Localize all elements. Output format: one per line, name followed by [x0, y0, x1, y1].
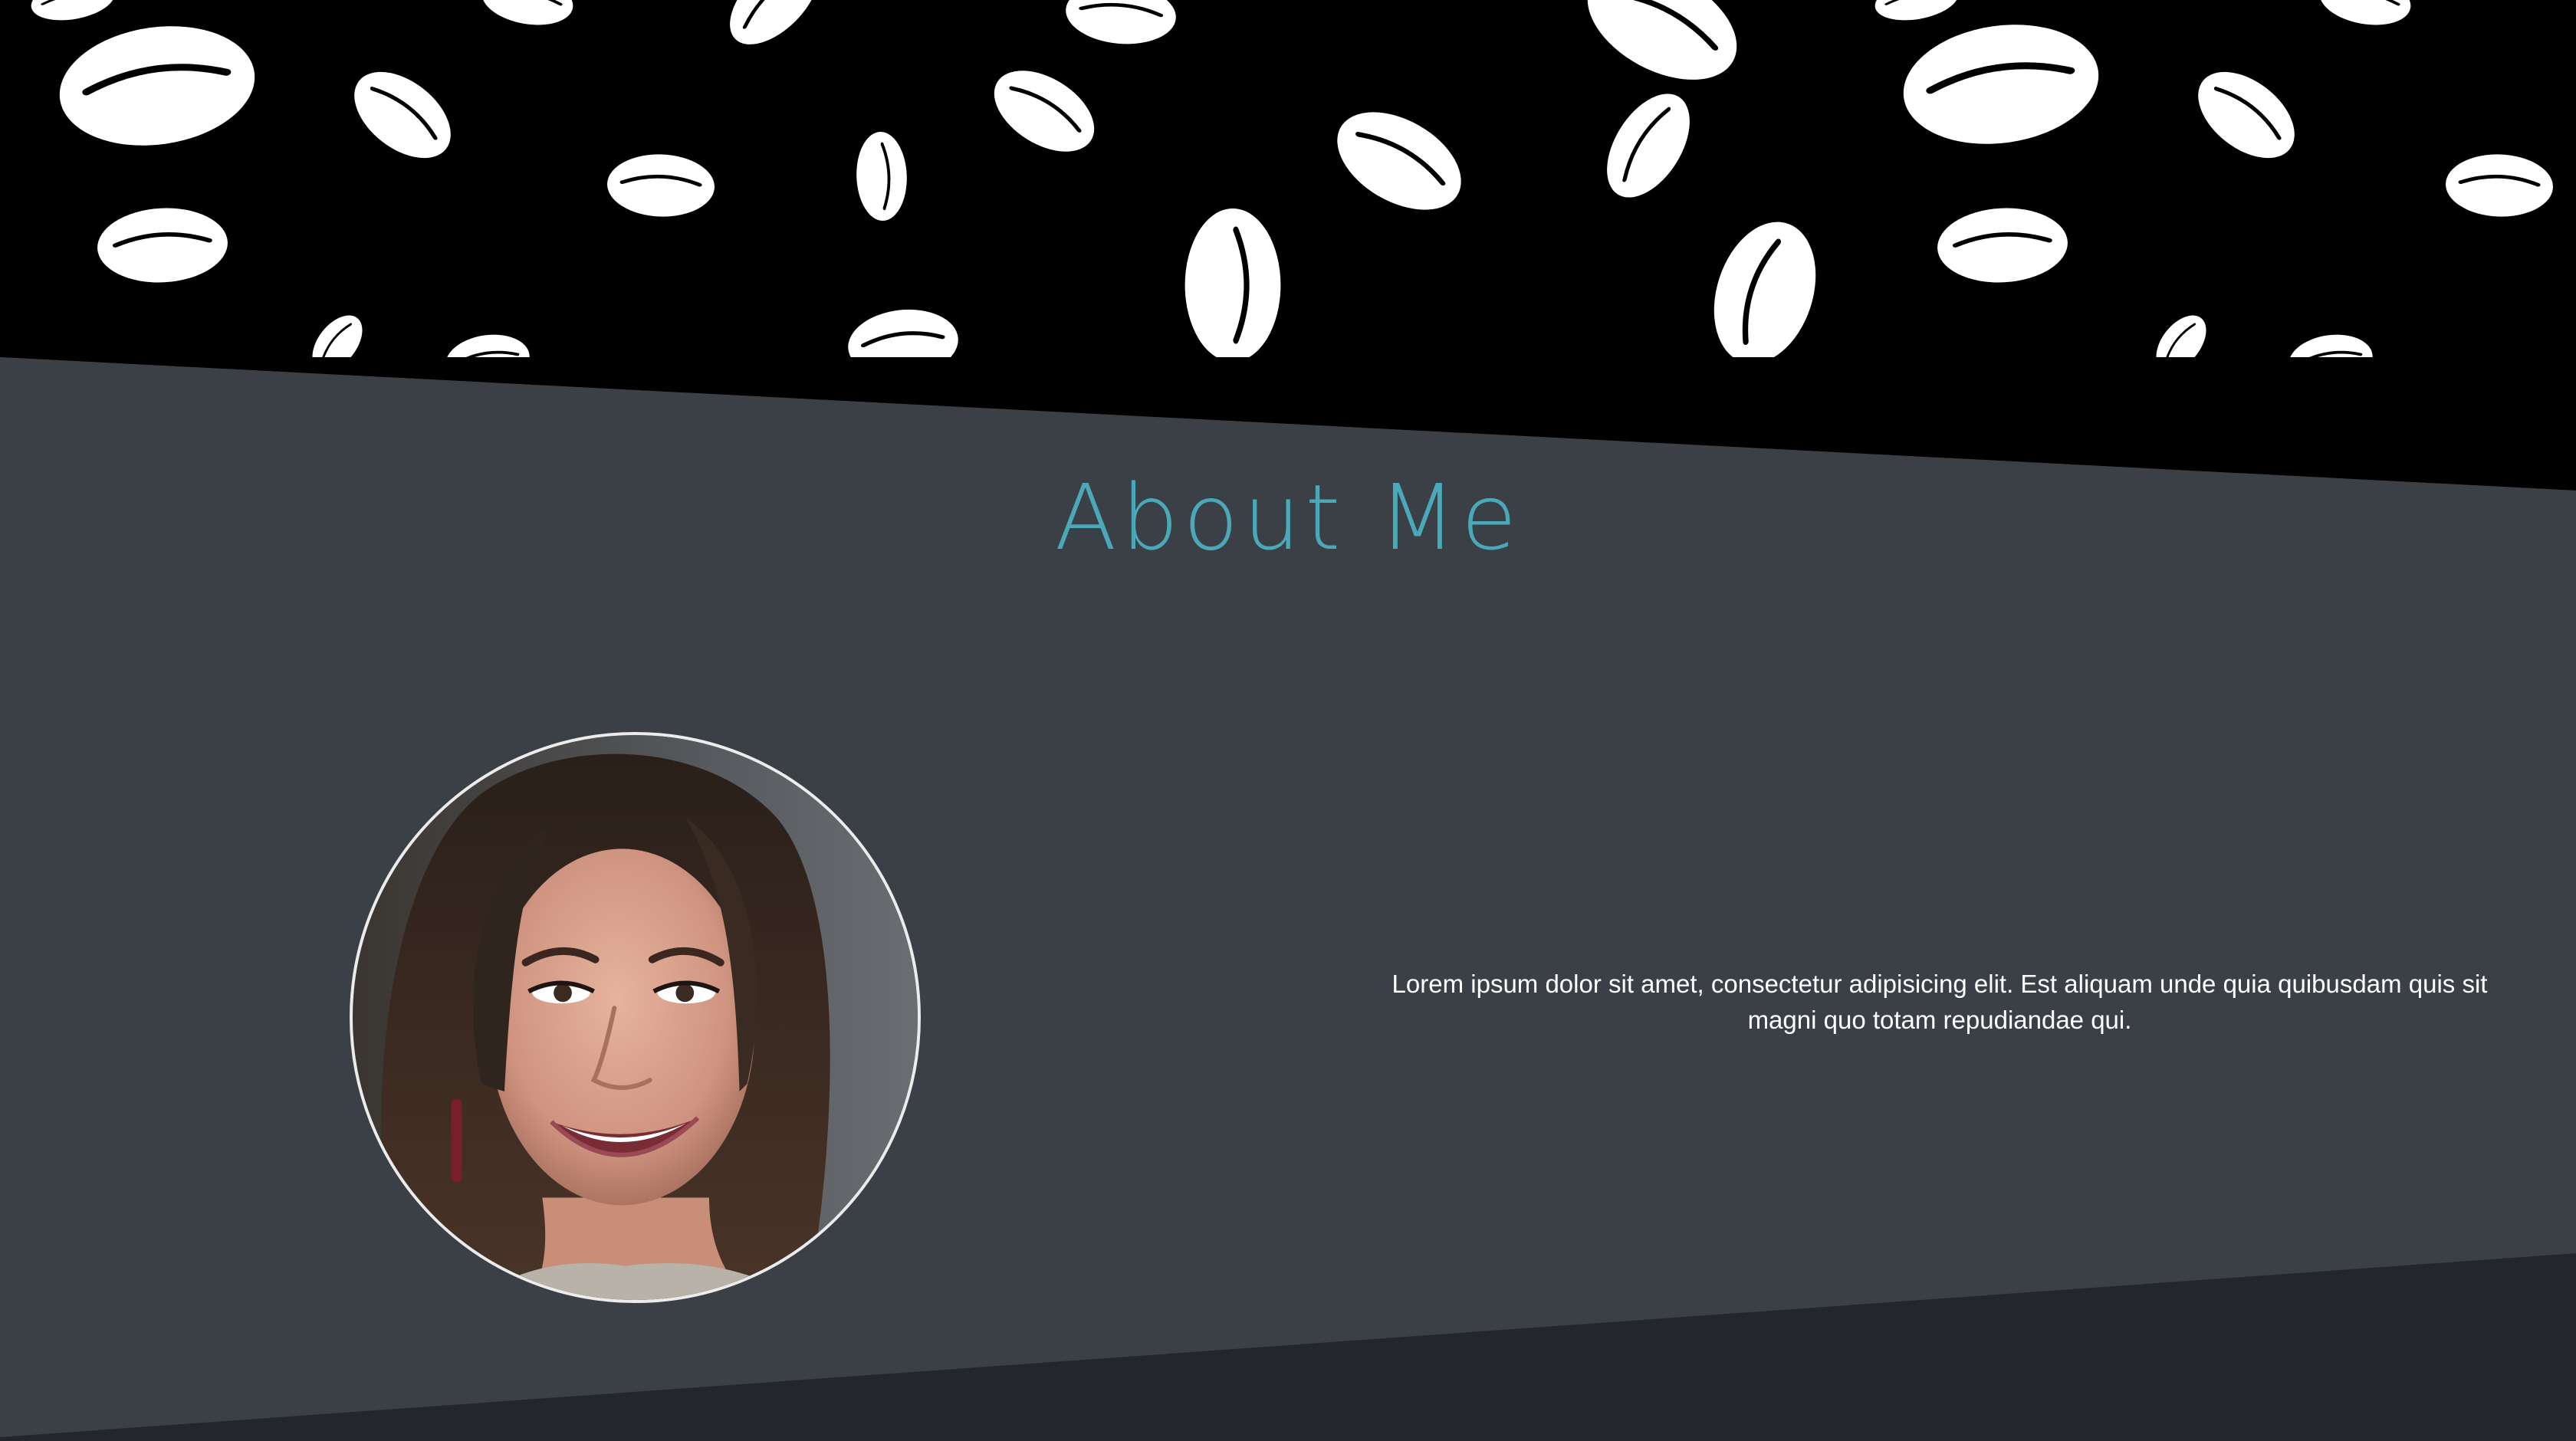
coffee-bean-hero-pattern — [0, 0, 2576, 1441]
profile-photo — [350, 732, 921, 1303]
about-description: Lorem ipsum dolor sit amet, consectetur … — [1392, 970, 2488, 1034]
about-section: About Me Lorem ipsum dolor sit amet, con… — [0, 0, 2576, 1441]
portrait-image — [353, 735, 918, 1300]
page-title: About Me — [1054, 464, 1522, 570]
